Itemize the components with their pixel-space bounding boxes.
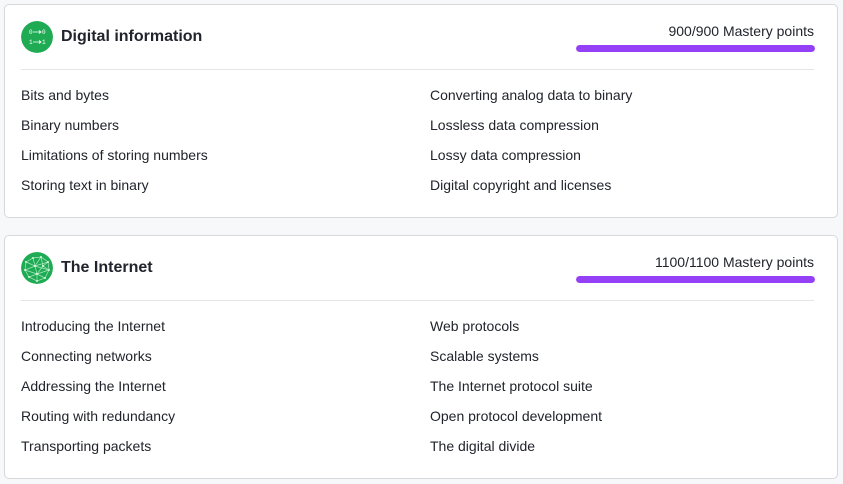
lesson-list-left: Bits and bytes Binary numbers Limitation…: [21, 85, 208, 205]
lesson-link[interactable]: Connecting networks: [21, 346, 175, 376]
unit-card-the-internet: The Internet 1100/1100 Mastery points In…: [4, 235, 838, 479]
lesson-link[interactable]: Limitations of storing numbers: [21, 145, 208, 175]
mastery-points-label: 900/900 Mastery points: [668, 23, 814, 39]
lesson-link[interactable]: Lossless data compression: [430, 115, 632, 145]
svg-text:1: 1: [42, 39, 46, 46]
svg-text:1: 1: [29, 39, 33, 46]
unit-title[interactable]: The Internet: [61, 259, 153, 277]
binary-icon[interactable]: 0 0 1 1: [21, 21, 53, 53]
lesson-list-right: Web protocols Scalable systems The Inter…: [430, 316, 602, 466]
divider: [21, 69, 814, 70]
unit-title[interactable]: Digital information: [61, 28, 202, 46]
lesson-link[interactable]: Bits and bytes: [21, 85, 208, 115]
lesson-link[interactable]: Transporting packets: [21, 436, 175, 466]
lesson-link[interactable]: Addressing the Internet: [21, 376, 175, 406]
lesson-link[interactable]: Introducing the Internet: [21, 316, 175, 346]
lesson-link[interactable]: Open protocol development: [430, 406, 602, 436]
divider: [21, 300, 814, 301]
svg-text:0: 0: [42, 29, 46, 36]
lesson-link[interactable]: The digital divide: [430, 436, 602, 466]
lesson-list-right: Converting analog data to binary Lossles…: [430, 85, 632, 205]
lesson-list-left: Introducing the Internet Connecting netw…: [21, 316, 175, 466]
lesson-link[interactable]: Digital copyright and licenses: [430, 175, 632, 205]
network-globe-icon[interactable]: [21, 252, 53, 284]
lesson-link[interactable]: Lossy data compression: [430, 145, 632, 175]
lesson-link[interactable]: Binary numbers: [21, 115, 208, 145]
lesson-link[interactable]: The Internet protocol suite: [430, 376, 602, 406]
svg-text:0: 0: [29, 29, 33, 36]
lesson-link[interactable]: Scalable systems: [430, 346, 602, 376]
lesson-link[interactable]: Storing text in binary: [21, 175, 208, 205]
mastery-progress-fill: [576, 45, 815, 52]
lesson-link[interactable]: Web protocols: [430, 316, 602, 346]
mastery-progress-bar: [576, 45, 815, 52]
mastery-points-label: 1100/1100 Mastery points: [654, 254, 814, 270]
mastery-progress-fill: [576, 276, 815, 283]
lesson-link[interactable]: Converting analog data to binary: [430, 85, 632, 115]
mastery-progress-bar: [576, 276, 815, 283]
unit-card-digital-information: 0 0 1 1 Digital information 900/900 Mast…: [4, 4, 838, 218]
lesson-link[interactable]: Routing with redundancy: [21, 406, 175, 436]
